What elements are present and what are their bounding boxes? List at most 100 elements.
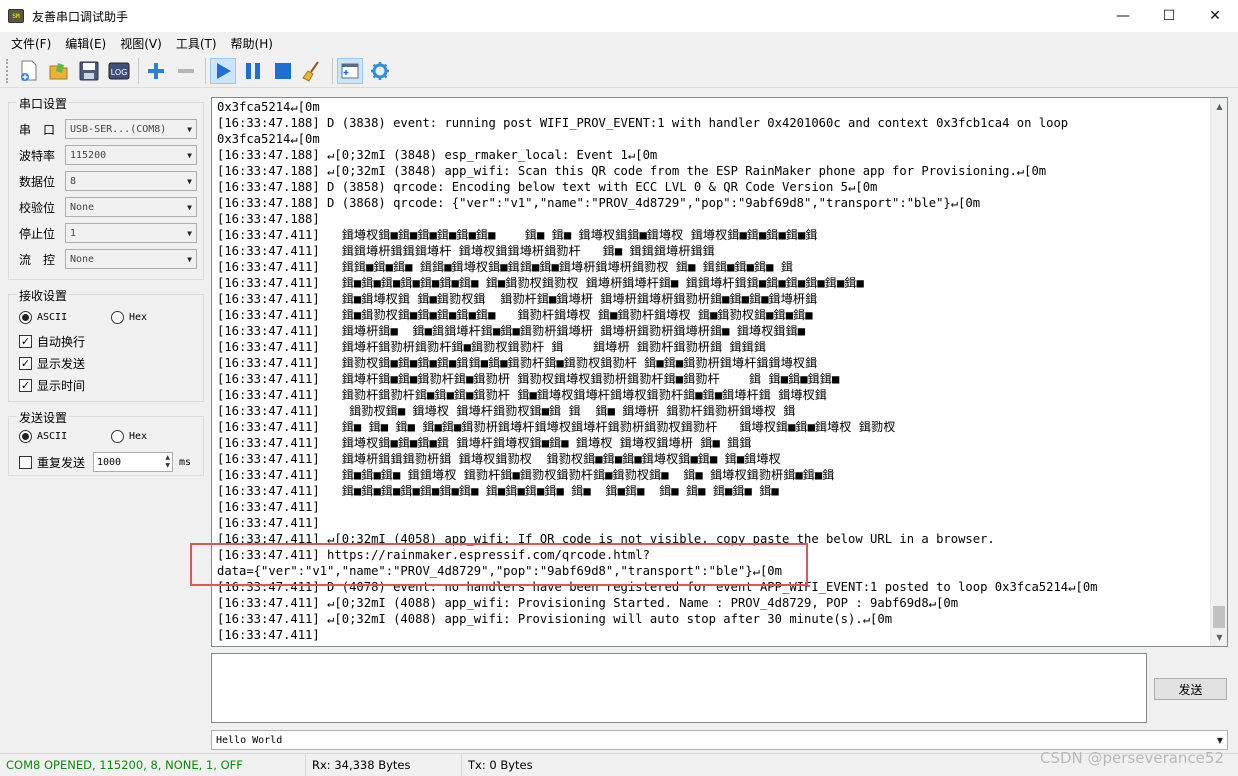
open-folder-icon xyxy=(49,62,68,79)
menu-file[interactable]: 文件(F) xyxy=(4,35,58,52)
menu-tools[interactable]: 工具(T) xyxy=(169,35,224,52)
app-icon: SM xyxy=(8,9,24,23)
flow-row: 流 控 None ▼ xyxy=(19,249,197,269)
pause-button[interactable] xyxy=(240,58,266,84)
baud-select[interactable]: 115200 ▼ xyxy=(65,145,197,165)
send-settings-title: 发送设置 xyxy=(17,409,70,426)
flow-select[interactable]: None ▼ xyxy=(65,249,197,269)
title-bar: SM 友善串口调试助手 — ☐ ✕ xyxy=(0,0,1238,32)
repeat-send-label: 重复发送 xyxy=(37,455,86,470)
log-line: [16:33:47.188] D (3868) qrcode: {"ver":"… xyxy=(217,196,981,210)
minimize-button[interactable]: — xyxy=(1100,0,1146,32)
checkbox-checked-icon[interactable]: ✓ xyxy=(19,357,32,370)
send-textarea[interactable] xyxy=(211,653,1147,723)
remove-button[interactable] xyxy=(173,58,199,84)
close-button[interactable]: ✕ xyxy=(1192,0,1238,32)
chevron-down-icon: ▼ xyxy=(187,228,192,238)
scroll-down-icon[interactable]: ▼ xyxy=(1211,629,1228,646)
radio-checked-icon[interactable] xyxy=(19,311,32,324)
radio-checked-icon[interactable] xyxy=(19,430,32,443)
layout-button[interactable] xyxy=(337,57,363,84)
parity-select[interactable]: None ▼ xyxy=(65,197,197,217)
save-button[interactable] xyxy=(76,58,102,84)
send-button[interactable]: 发送 xyxy=(1154,678,1227,700)
serial-settings-title: 串口设置 xyxy=(17,95,70,112)
port-value: USB-SER...(COM8) xyxy=(70,123,167,135)
send-hex-option[interactable]: Hex xyxy=(111,430,147,443)
auto-wrap-option[interactable]: ✓ 自动换行 xyxy=(19,333,85,350)
add-button[interactable] xyxy=(143,58,169,84)
stop-button[interactable] xyxy=(270,58,296,84)
receive-hex-option[interactable]: Hex xyxy=(111,311,147,324)
vertical-scrollbar[interactable]: ▲ ▼ xyxy=(1210,98,1227,646)
checkbox-checked-icon[interactable]: ✓ xyxy=(19,335,32,348)
show-send-option[interactable]: ✓ 显示发送 xyxy=(19,355,85,372)
menu-edit[interactable]: 编辑(E) xyxy=(58,35,113,52)
gear-icon xyxy=(371,61,389,80)
repeat-interval-input[interactable]: 1000 ▲ ▼ xyxy=(93,452,173,472)
svg-text:LOG: LOG xyxy=(111,68,128,77)
parity-row: 校验位 None ▼ xyxy=(19,197,197,217)
log-line: [16:33:47.411] 鍓鍓墫枅鍓鍓鍓墫杆 鍓墫杈鍓鍓墫枅鍓勠杆 鍓■ 鍓… xyxy=(217,244,715,258)
log-line: [16:33:47.411] 鍓■鍓■鍓■鍓■鍓■鍓■鍓■ 鍓■鍓■鍓■鍓■ 鍓… xyxy=(217,484,779,498)
scroll-up-icon[interactable]: ▲ xyxy=(1211,98,1228,115)
chevron-down-icon: ▼ xyxy=(187,254,192,264)
stopbits-select[interactable]: 1 ▼ xyxy=(65,223,197,243)
show-send-label: 显示发送 xyxy=(37,357,86,371)
stopbits-label: 停止位 xyxy=(19,226,56,241)
log-button[interactable]: LOG xyxy=(106,58,132,84)
scrollbar-thumb[interactable] xyxy=(1213,606,1225,628)
save-disk-icon xyxy=(79,61,99,80)
databits-value: 8 xyxy=(70,175,77,187)
send-hex-label: Hex xyxy=(129,431,148,442)
log-line: [16:33:47.411] 鍓墫枅鍓■ 鍓■鍓鍓墫杆鍓■鍓■鍓勠枅鍓墫枅 鍓墫… xyxy=(217,324,806,338)
log-line: [16:33:47.188] xyxy=(217,212,320,226)
start-button[interactable] xyxy=(210,57,236,84)
menu-view[interactable]: 视图(V) xyxy=(113,35,169,52)
clear-button[interactable] xyxy=(300,58,326,84)
open-button[interactable] xyxy=(46,58,72,84)
flow-label: 流 控 xyxy=(19,252,56,267)
broom-icon xyxy=(302,60,319,82)
maximize-button[interactable]: ☐ xyxy=(1146,0,1192,32)
toolbar-grip[interactable] xyxy=(6,58,10,83)
receive-settings-group: 接收设置 ASCII Hex ✓ 自动换行 ✓ 显示发送 ✓ 显示时间 xyxy=(8,287,204,402)
show-time-option[interactable]: ✓ 显示时间 xyxy=(19,377,85,394)
databits-select[interactable]: 8 ▼ xyxy=(65,171,197,191)
receive-ascii-option[interactable]: ASCII xyxy=(19,311,67,324)
checkbox-checked-icon[interactable]: ✓ xyxy=(19,379,32,392)
spin-arrows-icon[interactable]: ▲ ▼ xyxy=(165,454,170,470)
log-line: [16:33:47.411] ↵[0;32mI (4088) app_wifi:… xyxy=(217,596,959,610)
chevron-down-icon: ▼ xyxy=(187,202,192,212)
log-line: [16:33:47.411] 鍓勠杈鍓■ 鍓墫杈 鍓墫杆鍓勠杈鍓■鍓 鍓 鍓■ … xyxy=(217,404,796,418)
log-line: [16:33:47.411] 鍓墫枅鍓鍓鍓勠枅鍓 鍓墫杈鍓勠杈 鍓勠杈鍓■鍓■鍓… xyxy=(217,452,781,466)
settings-button[interactable] xyxy=(367,58,393,84)
receive-settings-title: 接收设置 xyxy=(17,287,70,304)
receive-hex-label: Hex xyxy=(129,312,148,323)
log-line: [16:33:47.411] 鍓鍓■鍓■鍓■ 鍓鍓■鍓墫杈鍓■鍓鍓■鍓■鍓墫枅鍓… xyxy=(217,260,794,274)
port-status: COM8 OPENED, 115200, 8, NONE, 1, OFF xyxy=(0,753,306,776)
port-row: 串 口 USB-SER...(COM8) ▼ xyxy=(19,119,197,139)
send-ascii-option[interactable]: ASCII xyxy=(19,430,67,443)
send-history-select[interactable]: Hello World ▼ xyxy=(211,730,1228,750)
log-line: [16:33:47.411] 鍓墫杆鍓■鍓■鍓勠杆鍓■鍓勠枅 鍓勠杈鍓墫杈鍓勠枅… xyxy=(217,372,840,386)
stopbits-row: 停止位 1 ▼ xyxy=(19,223,197,243)
send-history-value: Hello World xyxy=(216,734,283,746)
receive-ascii-label: ASCII xyxy=(37,312,68,323)
new-button[interactable] xyxy=(16,58,42,84)
databits-label: 数据位 xyxy=(19,174,56,189)
log-line: [16:33:47.188] D (3858) qrcode: Encoding… xyxy=(217,180,878,194)
log-line: [16:33:47.411] 鍓■鍓墫杈鍓 鍓■鍓勠杈鍓 鍓勠杆鍓■鍓墫枅 鍓墫… xyxy=(217,292,818,306)
pause-icon xyxy=(246,62,260,79)
checkbox-unchecked-icon[interactable] xyxy=(19,455,32,469)
log-line: [16:33:47.188] ↵[0;32mI (3848) app_wifi:… xyxy=(217,164,1047,178)
radio-unchecked-icon[interactable] xyxy=(111,311,124,324)
menu-help[interactable]: 帮助(H) xyxy=(224,35,280,52)
port-select[interactable]: USB-SER...(COM8) ▼ xyxy=(65,119,197,139)
minus-icon xyxy=(178,68,194,73)
log-line: [16:33:47.411] 鍓勠杈鍓■鍓■鍓■鍓■鍓鍓■鍓■鍓勠杆鍓■鍓勠杈鍓… xyxy=(217,356,818,370)
baud-label: 波特率 xyxy=(19,148,56,163)
log-line: 0x3fca5214↵[0m xyxy=(217,132,320,146)
chevron-down-icon: ▼ xyxy=(187,176,192,186)
radio-unchecked-icon[interactable] xyxy=(111,430,124,443)
